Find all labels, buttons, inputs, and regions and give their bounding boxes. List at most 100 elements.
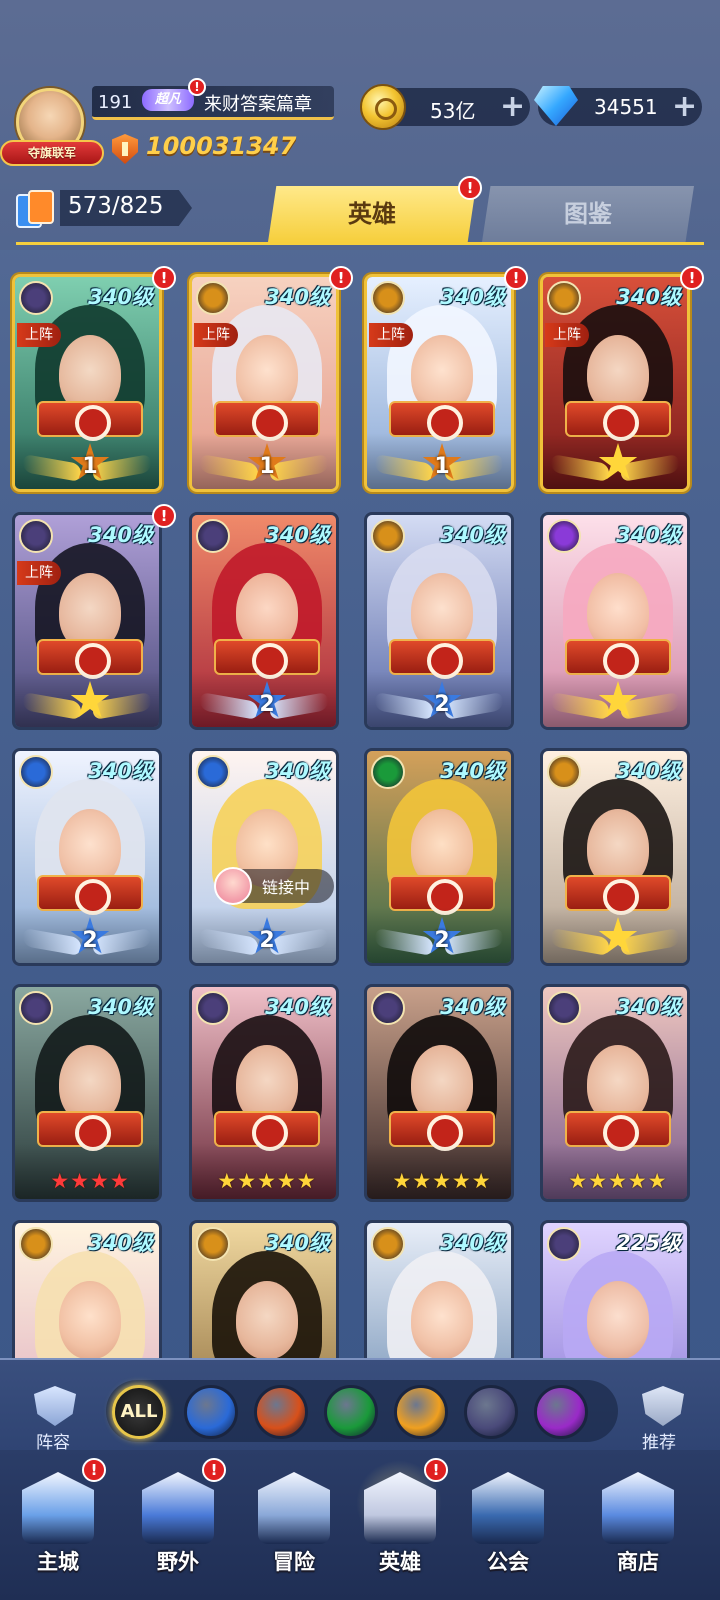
hero-level: 340级 [440, 995, 505, 1019]
filter-all-button[interactable]: ALL [112, 1385, 166, 1439]
nav-sword-gate[interactable]: 冒险 [240, 1462, 350, 1598]
dark-faction-icon [196, 519, 230, 553]
heroes-tab-alert-icon: ! [458, 176, 482, 200]
hero-card[interactable]: 340级 上阵 1 [364, 274, 514, 492]
hero-level: 340级 [440, 1231, 505, 1255]
light-faction-icon [547, 281, 581, 315]
shop-icon [602, 1472, 674, 1544]
hero-emblem [389, 875, 495, 915]
nav-helmet[interactable]: 英雄 [346, 1462, 456, 1598]
hero-alert-icon: ! [152, 504, 176, 528]
tab-underline [16, 242, 704, 245]
vip-badge[interactable]: 超凡 [142, 89, 194, 111]
hero-emblem [565, 639, 671, 679]
linked-hero-avatar [214, 867, 252, 905]
hero-card[interactable]: 340级 上阵 1 [189, 274, 339, 492]
hero-card[interactable]: 340级 ★★★★★ [364, 984, 514, 1202]
nav-castle[interactable]: 主城 [4, 1462, 114, 1598]
hero-emblem [37, 1111, 143, 1151]
hero-card[interactable]: 340级 2 [364, 512, 514, 730]
alliance-badge: 夺旗联军 [0, 140, 104, 166]
hero-card[interactable]: 340级 [12, 1220, 162, 1358]
gold-coin-icon [360, 84, 406, 130]
dark-faction-icon [19, 991, 53, 1025]
hero-card[interactable]: 340级 2 [364, 748, 514, 966]
player-name: 来财答案篇章 [204, 94, 312, 115]
light-faction-icon [371, 1227, 405, 1261]
water-element-icon[interactable] [184, 1385, 238, 1439]
shield-icon [34, 1386, 76, 1426]
chaos-element-icon[interactable] [534, 1385, 588, 1439]
add-gold-button[interactable]: + [500, 92, 525, 122]
hero-card[interactable]: 340级 上阵 1 [12, 274, 162, 492]
hero-level: 225级 [616, 1231, 681, 1255]
tab-gallery[interactable]: 图鉴 [482, 186, 694, 242]
hero-card[interactable]: 340级 [540, 748, 690, 966]
hero-card[interactable]: 340级 2 [12, 748, 162, 966]
nav-shop[interactable]: 商店 [584, 1462, 694, 1598]
star-rating: ★★★★ [50, 1169, 130, 1193]
hero-emblem [214, 401, 320, 441]
hero-emblem [37, 875, 143, 915]
dark-element-icon[interactable] [464, 1385, 518, 1439]
hero-card[interactable]: 340级 链接中 2 [189, 748, 339, 966]
hero-card[interactable]: 340级 ★★★★ [12, 984, 162, 1202]
rank-number: 1 [434, 454, 450, 479]
hero-card[interactable]: 340级 2 [189, 512, 339, 730]
hero-alert-icon: ! [680, 266, 704, 290]
hero-emblem [214, 639, 320, 679]
hero-card[interactable]: 340级 [364, 1220, 514, 1358]
nav-label: 英雄 [379, 1550, 421, 1574]
hero-card[interactable]: 340级 [189, 1220, 339, 1358]
dark-faction-icon [371, 991, 405, 1025]
hero-count: 573/825 [68, 193, 164, 219]
hero-emblem [565, 875, 671, 915]
dark-faction-icon [196, 991, 230, 1025]
light-faction-icon [371, 281, 405, 315]
dark-faction-icon [19, 519, 53, 553]
deployed-tag: 上阵 [194, 323, 238, 347]
hero-face [411, 1281, 473, 1358]
hero-level: 340级 [88, 759, 153, 783]
hero-card[interactable]: 340级 [540, 512, 690, 730]
hero-card[interactable]: 340级 上阵 [540, 274, 690, 492]
add-diamond-button[interactable]: + [672, 92, 697, 122]
nav-alert-icon: ! [82, 1458, 106, 1482]
nav-label: 冒险 [273, 1550, 315, 1574]
hero-grid: 340级 上阵 1! 340级 上阵 1! 340级 上阵 1! 340级 上阵! 340级 上阵! 34… [0, 262, 720, 1358]
combat-power: 100031347 [146, 132, 297, 160]
nav-guild-banner[interactable]: 公会 [454, 1462, 564, 1598]
hero-level: 340级 [265, 523, 330, 547]
hero-cards-icon [16, 190, 56, 230]
light-element-icon[interactable] [394, 1385, 448, 1439]
hero-level: 340级 [440, 759, 505, 783]
hero-card[interactable]: 340级 ★★★★★ [189, 984, 339, 1202]
light-faction-icon [196, 1227, 230, 1261]
dark-faction-icon [547, 991, 581, 1025]
tab-heroes[interactable]: 英雄 [268, 186, 476, 242]
wind-faction-icon [371, 755, 405, 789]
hero-card[interactable]: 225级 [540, 1220, 690, 1358]
filter-all-label: ALL [120, 1401, 158, 1422]
hero-emblem [37, 639, 143, 679]
light-faction-icon [19, 1227, 53, 1261]
star-rating: ★★★★★ [392, 1169, 492, 1193]
hero-face [59, 1281, 121, 1358]
hero-level: 340级 [616, 523, 681, 547]
light-faction-icon [196, 281, 230, 315]
fire-element-icon[interactable] [254, 1385, 308, 1439]
hero-face [587, 1281, 649, 1358]
hero-card[interactable]: 340级 ★★★★★ [540, 984, 690, 1202]
nav-alert-icon: ! [202, 1458, 226, 1482]
hero-level: 340级 [440, 285, 505, 309]
diamond-amount: 34551 [594, 95, 658, 119]
nav-portal[interactable]: 野外 [124, 1462, 234, 1598]
water-faction-icon [19, 755, 53, 789]
hero-emblem [389, 1111, 495, 1151]
star-rating: ★★★★★ [568, 1169, 668, 1193]
lineup-button[interactable] [22, 1386, 84, 1432]
rank-number: 2 [434, 928, 450, 953]
hero-card[interactable]: 340级 上阵 [12, 512, 162, 730]
recommend-button[interactable] [632, 1386, 692, 1432]
wind-element-icon[interactable] [324, 1385, 378, 1439]
